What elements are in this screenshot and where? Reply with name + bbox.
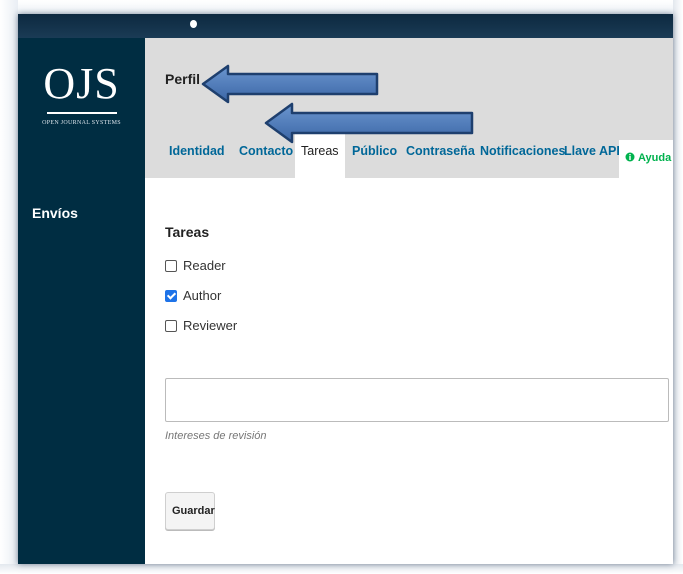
help-label: Ayuda — [638, 152, 672, 164]
tab-tareas[interactable]: Tareas — [295, 134, 345, 178]
screenshot-frame-right — [673, 0, 683, 574]
top-bar — [18, 14, 673, 38]
tab-notificaciones[interactable]: Notificaciones — [474, 134, 571, 178]
review-interests-label: Intereses de revisión — [165, 430, 267, 442]
sidebar: OJS OPEN JOURNAL SYSTEMS Envíos — [18, 38, 145, 564]
reviewer-label: Reviewer — [183, 318, 238, 333]
roles-section-title: Tareas — [165, 224, 210, 240]
logo-subtitle: OPEN JOURNAL SYSTEMS — [42, 120, 121, 126]
ojs-logo[interactable]: OJS OPEN JOURNAL SYSTEMS — [18, 48, 145, 158]
top-bar-dot — [190, 20, 197, 28]
tab-contrasena[interactable]: Contraseña — [400, 134, 481, 178]
app-window: OJS OPEN JOURNAL SYSTEMS Envíos Perfil I… — [18, 14, 673, 564]
info-circle-icon — [625, 152, 635, 162]
reader-label: Reader — [183, 258, 226, 273]
screenshot-frame-left — [0, 0, 18, 574]
help-button[interactable]: Ayuda — [619, 140, 673, 178]
tab-contacto[interactable]: Contacto — [233, 134, 299, 178]
logo-main-text: OJS — [43, 59, 120, 108]
page-header: Perfil Identidad Contacto Tareas Público… — [145, 38, 673, 178]
tab-publico[interactable]: Público — [346, 134, 403, 178]
author-checkbox[interactable] — [165, 289, 177, 302]
logo-divider — [46, 112, 117, 114]
page-title: Perfil — [165, 71, 201, 87]
screenshot-frame-top — [0, 0, 683, 14]
author-label: Author — [183, 288, 222, 303]
main-content: Tareas Reader Author Reviewer Intereses … — [145, 178, 673, 564]
tab-identidad[interactable]: Identidad — [163, 134, 231, 178]
role-reader[interactable]: Reader — [165, 258, 226, 273]
tab-llave-api[interactable]: Llave API — [558, 134, 626, 178]
reviewer-checkbox[interactable] — [165, 319, 177, 332]
screenshot-frame-bottom — [0, 564, 683, 574]
reader-checkbox[interactable] — [165, 259, 177, 272]
save-button[interactable]: Guardar — [165, 492, 215, 530]
review-interests-input[interactable] — [165, 378, 669, 422]
role-reviewer[interactable]: Reviewer — [165, 318, 237, 333]
role-author[interactable]: Author — [165, 288, 221, 303]
sidebar-item-envios[interactable]: Envíos — [32, 205, 78, 221]
